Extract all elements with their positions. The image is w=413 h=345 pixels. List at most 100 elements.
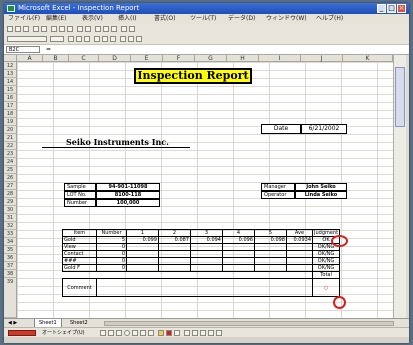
- row-header[interactable]: 19: [4, 118, 17, 126]
- select-all-corner[interactable]: [4, 55, 17, 62]
- menu-help[interactable]: ヘルプ(H): [316, 14, 343, 24]
- menu-format[interactable]: 書式(O): [154, 14, 175, 24]
- value-cell[interactable]: [222, 243, 255, 251]
- row-header[interactable]: 17: [4, 102, 17, 110]
- report-title[interactable]: Inspection Report: [134, 68, 252, 84]
- value-cell[interactable]: [254, 250, 287, 258]
- rectangle-icon[interactable]: [116, 330, 122, 336]
- header-cell[interactable]: 2: [158, 229, 191, 237]
- minimize-button[interactable]: _: [377, 4, 386, 13]
- cut-icon[interactable]: [51, 26, 57, 32]
- row-header[interactable]: 32: [4, 222, 17, 230]
- redo-icon[interactable]: [85, 26, 91, 32]
- value-cell[interactable]: [126, 264, 159, 272]
- chart-wizard-icon[interactable]: [121, 26, 127, 32]
- column-header-c[interactable]: C: [69, 55, 99, 62]
- paste-icon[interactable]: [67, 26, 73, 32]
- zoom-icon[interactable]: [129, 26, 135, 32]
- oval-icon[interactable]: [124, 330, 130, 336]
- row-header[interactable]: 35: [4, 246, 17, 254]
- value-cell[interactable]: [254, 257, 287, 265]
- row-header[interactable]: 28: [4, 190, 17, 198]
- row-header[interactable]: 37: [4, 262, 17, 270]
- comment-label[interactable]: Comment: [62, 278, 97, 297]
- number-value[interactable]: 100,000: [96, 199, 160, 207]
- value-cell[interactable]: [190, 250, 223, 258]
- new-icon[interactable]: [7, 26, 13, 32]
- number-cell[interactable]: 0: [96, 243, 127, 251]
- value-cell[interactable]: [254, 264, 287, 272]
- row-header[interactable]: 27: [4, 182, 17, 190]
- menu-view[interactable]: 表示(V): [82, 14, 103, 24]
- row-header[interactable]: 16: [4, 94, 17, 102]
- manager-value[interactable]: John Seiko: [295, 183, 347, 191]
- row-header[interactable]: 22: [4, 142, 17, 150]
- row-header[interactable]: 18: [4, 110, 17, 118]
- header-cell[interactable]: 3: [190, 229, 223, 237]
- header-cell[interactable]: Number: [96, 229, 127, 237]
- row-header[interactable]: 13: [4, 70, 17, 78]
- save-icon[interactable]: [23, 26, 29, 32]
- row-header[interactable]: 20: [4, 126, 17, 134]
- header-cell[interactable]: 1: [126, 229, 159, 237]
- header-cell[interactable]: 5: [254, 229, 287, 237]
- value-cell[interactable]: [126, 243, 159, 251]
- lot-value[interactable]: 8100-118: [96, 191, 160, 199]
- value-cell[interactable]: [222, 257, 255, 265]
- column-header-a[interactable]: A: [17, 55, 43, 62]
- row-header[interactable]: 23: [4, 150, 17, 158]
- column-header-b[interactable]: B: [43, 55, 69, 62]
- value-cell[interactable]: [222, 250, 255, 258]
- column-header-g[interactable]: G: [195, 55, 227, 62]
- value-cell[interactable]: [158, 250, 191, 258]
- fill-color-icon[interactable]: [128, 36, 134, 42]
- value-cell[interactable]: [254, 243, 287, 251]
- shadow-icon[interactable]: [208, 330, 214, 336]
- row-header[interactable]: 31: [4, 214, 17, 222]
- row-header[interactable]: 38: [4, 270, 17, 278]
- clipart-icon[interactable]: [148, 330, 154, 336]
- item-cell[interactable]: Contact: [62, 250, 97, 258]
- column-header-j[interactable]: J: [301, 55, 343, 62]
- value-cell[interactable]: [158, 243, 191, 251]
- header-cell[interactable]: Item: [62, 229, 97, 237]
- wordart-icon[interactable]: [140, 330, 146, 336]
- row-header[interactable]: 36: [4, 254, 17, 262]
- sort-descending-icon[interactable]: [111, 26, 117, 32]
- row-header[interactable]: 34: [4, 238, 17, 246]
- copy-icon[interactable]: [59, 26, 65, 32]
- value-cell[interactable]: [158, 257, 191, 265]
- font-name-select[interactable]: [7, 36, 47, 42]
- row-header[interactable]: 25: [4, 166, 17, 174]
- 3d-icon[interactable]: [216, 330, 222, 336]
- item-cell[interactable]: Gold: [62, 236, 97, 244]
- column-header-d[interactable]: D: [99, 55, 131, 62]
- judgment-cell[interactable]: OK/NG: [311, 257, 341, 265]
- number-cell[interactable]: 0: [96, 250, 127, 258]
- column-header-e[interactable]: E: [131, 55, 163, 62]
- operator-label[interactable]: Operator: [261, 191, 295, 199]
- total-mark[interactable]: ○: [311, 278, 341, 297]
- company-name[interactable]: Seiko Instruments Inc.: [66, 137, 169, 147]
- average-cell[interactable]: 0.0934: [286, 236, 313, 244]
- average-cell[interactable]: [286, 250, 313, 258]
- number-label[interactable]: Number: [64, 199, 96, 207]
- item-cell[interactable]: ###: [62, 257, 97, 265]
- sample-label[interactable]: Sample: [64, 183, 96, 191]
- value-cell[interactable]: [126, 257, 159, 265]
- undo-icon[interactable]: [77, 26, 83, 32]
- draw-menu-button[interactable]: [8, 330, 36, 336]
- header-cell[interactable]: Ave: [286, 229, 313, 237]
- menu-tools[interactable]: ツール(T): [190, 14, 216, 24]
- number-cell[interactable]: 5: [96, 236, 127, 244]
- date-label[interactable]: Date: [261, 124, 301, 134]
- print-icon[interactable]: [33, 26, 39, 32]
- row-header[interactable]: 15: [4, 86, 17, 94]
- menu-file[interactable]: ファイル(F): [8, 14, 40, 24]
- value-cell[interactable]: 0.098: [254, 236, 287, 244]
- number-cell[interactable]: 0: [96, 257, 127, 265]
- number-cell[interactable]: 0: [96, 264, 127, 272]
- value-cell[interactable]: [222, 264, 255, 272]
- value-cell[interactable]: [126, 250, 159, 258]
- line-icon[interactable]: [100, 330, 106, 336]
